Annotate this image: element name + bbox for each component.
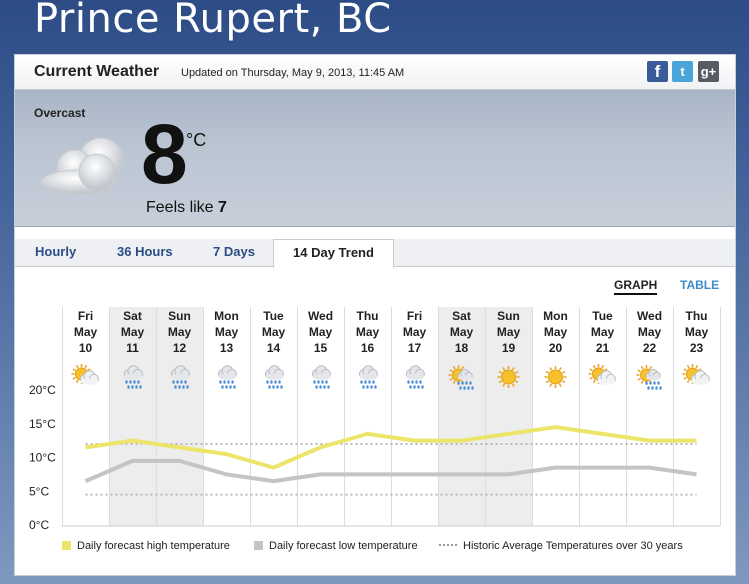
day-header-dow: Mon	[214, 309, 239, 323]
day-header-month: May	[74, 325, 98, 339]
day-header-day: 22	[643, 341, 657, 355]
day-header-day: 14	[267, 341, 281, 355]
day-header-month: May	[262, 325, 286, 339]
sun-cloud-icon	[682, 364, 710, 385]
legend-high: Daily forecast high temperature	[62, 540, 230, 552]
day-header-dow: Sat	[123, 309, 142, 323]
legend-historic-swatch	[439, 544, 457, 546]
weekend-column-shade	[438, 307, 485, 526]
day-header-dow: Sun	[497, 309, 520, 323]
y-tick-label: 10°C	[29, 451, 56, 465]
day-header-dow: Thu	[686, 309, 708, 323]
day-header-day: 18	[455, 341, 469, 355]
day-header-month: May	[168, 325, 192, 339]
day-header-month: May	[591, 325, 615, 339]
legend-high-swatch	[62, 541, 71, 550]
legend-low: Daily forecast low temperature	[254, 540, 418, 552]
sun-cloud-icon	[588, 364, 616, 385]
fourteen-day-trend-chart: 20°C 15°C 10°C 5°C 0°C Fri May 10 Sat May 11 Sun May…	[29, 307, 721, 532]
legend-low-label: Daily forecast low temperature	[269, 540, 418, 552]
legend-historic: Historic Average Temperatures over 30 ye…	[439, 540, 683, 552]
day-header-day: 12	[173, 341, 187, 355]
day-header-day: 21	[596, 341, 610, 355]
day-header-month: May	[685, 325, 709, 339]
day-header-dow: Tue	[592, 309, 613, 323]
day-header-dow: Wed	[637, 309, 662, 323]
day-header-month: May	[215, 325, 239, 339]
legend-high-label: Daily forecast high temperature	[77, 540, 230, 552]
sun-rain-icon	[636, 365, 662, 390]
day-header-month: May	[544, 325, 568, 339]
rain-cloud-icon	[358, 365, 378, 389]
day-header-day: 11	[126, 341, 139, 355]
day-header-month: May	[638, 325, 662, 339]
day-header-dow: Wed	[308, 309, 333, 323]
weekend-column-shade	[485, 307, 532, 526]
day-header-month: May	[403, 325, 427, 339]
legend-historic-label: Historic Average Temperatures over 30 ye…	[463, 540, 683, 552]
day-header-dow: Mon	[543, 309, 568, 323]
day-header-month: May	[497, 325, 521, 339]
day-header-month: May	[450, 325, 474, 339]
weekend-column-shade	[109, 307, 156, 526]
weekend-column-shade	[156, 307, 203, 526]
y-tick-label: 5°C	[29, 484, 49, 498]
day-header-month: May	[309, 325, 333, 339]
sun-cloud-icon	[71, 364, 99, 385]
day-header-dow: Fri	[407, 309, 422, 323]
day-header-dow: Tue	[263, 309, 284, 323]
legend-low-swatch	[254, 541, 263, 550]
y-tick-label: 0°C	[29, 518, 49, 532]
sun-icon	[544, 366, 567, 388]
y-tick-label: 15°C	[29, 417, 56, 431]
day-header-dow: Sat	[452, 309, 471, 323]
day-header-day: 17	[408, 341, 422, 355]
y-tick-label: 20°C	[29, 383, 56, 397]
day-header-day: 20	[549, 341, 563, 355]
day-header-day: 23	[690, 341, 704, 355]
day-header-day: 16	[361, 341, 375, 355]
day-header-day: 19	[502, 341, 516, 355]
rain-cloud-icon	[405, 365, 425, 389]
page-title: Prince Rupert, BC	[34, 0, 392, 42]
rain-cloud-icon	[311, 365, 331, 389]
day-header-dow: Thu	[357, 309, 379, 323]
rain-cloud-icon	[217, 365, 237, 389]
day-header-month: May	[121, 325, 145, 339]
day-header-day: 15	[314, 341, 328, 355]
day-header-day: 13	[220, 341, 234, 355]
day-header-day: 10	[79, 341, 93, 355]
day-header-dow: Sun	[168, 309, 191, 323]
rain-cloud-icon	[264, 365, 284, 389]
day-header-dow: Fri	[78, 309, 93, 323]
weather-panel: Current Weather Updated on Thursday, May…	[14, 54, 736, 576]
day-header-month: May	[356, 325, 380, 339]
